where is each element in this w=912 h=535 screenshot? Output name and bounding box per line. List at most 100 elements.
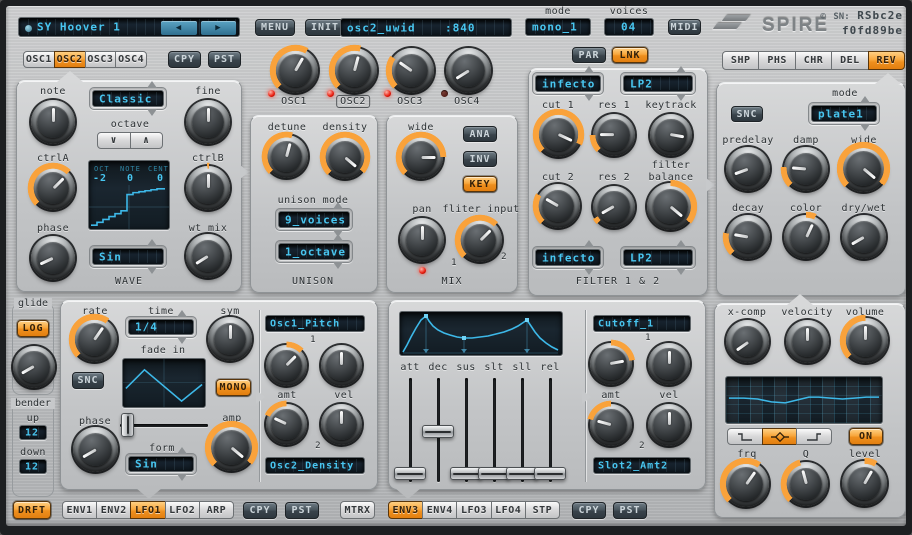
tab-osc3[interactable]: OSC3 — [85, 51, 117, 68]
mtx2-target2-display[interactable]: Slot2_Amt2 — [593, 457, 691, 474]
init-button[interactable]: INIT — [305, 19, 345, 36]
dropdown-down-icon[interactable] — [177, 474, 187, 481]
osc3-level-knob[interactable] — [389, 48, 434, 93]
dropdown-up-icon[interactable] — [676, 66, 686, 73]
slider-handle[interactable] — [121, 413, 134, 437]
tab-rev[interactable]: REV — [868, 51, 905, 70]
dropdown-up-icon[interactable] — [584, 240, 594, 247]
lfo-time-dropdown[interactable]: 1/4 — [125, 316, 197, 338]
dropdown-up-icon[interactable] — [584, 66, 594, 73]
dropdown-down-icon[interactable] — [147, 109, 157, 116]
q-knob[interactable] — [784, 462, 828, 506]
tab-osc2[interactable]: OSC2 — [54, 51, 86, 68]
ctrlb-knob[interactable] — [186, 166, 230, 210]
damp-knob[interactable] — [784, 147, 828, 191]
octave-down-button[interactable]: ∨ — [97, 132, 131, 149]
dropdown-down-icon[interactable] — [177, 337, 187, 344]
tab-lfo4[interactable]: LFO4 — [491, 501, 526, 519]
midi-button[interactable]: MIDI — [668, 19, 701, 35]
tab-env3[interactable]: ENV3 — [388, 501, 423, 519]
wave-select-dropdown[interactable]: Classic — [89, 87, 167, 110]
mix-wide-knob[interactable] — [399, 135, 443, 179]
par-button[interactable]: PAR — [572, 47, 606, 63]
tab-lfo2[interactable]: LFO2 — [165, 501, 200, 519]
dropdown-down-icon[interactable] — [584, 94, 594, 101]
xcomp-knob[interactable] — [726, 320, 769, 363]
mtx1-target2-display[interactable]: Osc2_Density — [265, 457, 365, 474]
dropdown-up-icon[interactable] — [177, 310, 187, 317]
tab-osc1[interactable]: OSC1 — [23, 51, 55, 68]
reverb-mode-dropdown[interactable]: plate1 — [808, 102, 880, 125]
tab-mtrx[interactable]: MTRX — [340, 501, 375, 519]
reverb-wide-knob[interactable] — [840, 145, 887, 192]
sub-wave-dropdown[interactable]: Sin — [89, 245, 167, 268]
res2-knob[interactable] — [593, 186, 635, 228]
tab-env1[interactable]: ENV1 — [62, 501, 97, 519]
dropdown-up-icon[interactable] — [147, 239, 157, 246]
mtx1-amt1-knob[interactable] — [266, 345, 307, 386]
tab-osc4[interactable]: OSC4 — [115, 51, 147, 68]
mtx1-target1-display[interactable]: Osc1_Pitch — [265, 315, 365, 332]
mtx2-amt1-knob[interactable] — [590, 343, 632, 385]
preset-next-button[interactable]: ▶ — [201, 21, 236, 35]
pan-knob[interactable] — [400, 218, 444, 262]
tab-shp[interactable]: SHP — [722, 51, 759, 70]
mod-right-paste-button[interactable]: PST — [613, 502, 647, 519]
mod-right-copy-button[interactable]: CPY — [572, 502, 606, 519]
unison-voices-dropdown[interactable]: 9_voices — [275, 208, 353, 231]
filter1-type-dropdown[interactable]: infecto — [532, 72, 604, 95]
glide-knob[interactable] — [13, 346, 55, 388]
velocity-knob[interactable] — [786, 320, 829, 363]
keytrack-knob[interactable] — [650, 114, 692, 156]
eq-lowshelf-button[interactable] — [727, 428, 763, 445]
osc2-level-knob[interactable] — [332, 48, 377, 93]
osc4-level-knob[interactable] — [446, 48, 491, 93]
mtx1-vel2-knob[interactable] — [321, 404, 362, 445]
tab-arp[interactable]: ARP — [199, 501, 234, 519]
eq-peak-button[interactable] — [762, 428, 798, 445]
dropdown-up-icon[interactable] — [333, 234, 343, 241]
tab-env2[interactable]: ENV2 — [96, 501, 131, 519]
dropdown-up-icon[interactable] — [860, 96, 870, 103]
mtx2-vel2-knob[interactable] — [648, 404, 690, 446]
mtx2-target1-display[interactable]: Cutoff_1 — [593, 315, 691, 332]
mtx1-vel1-knob[interactable] — [321, 345, 362, 386]
lfo-form-dropdown[interactable]: Sin — [125, 453, 197, 475]
preset-display[interactable]: SY Hoover 1 ◀ ▶ — [18, 17, 240, 37]
mono-button[interactable]: MONO — [216, 379, 251, 396]
ana-button[interactable]: ANA — [463, 126, 497, 142]
dropdown-down-icon[interactable] — [584, 268, 594, 275]
dropdown-down-icon[interactable] — [676, 268, 686, 275]
color-knob[interactable] — [784, 215, 828, 259]
ctrla-knob[interactable] — [31, 166, 75, 210]
bender-up-display[interactable]: 12 — [19, 425, 47, 440]
predelay-knob[interactable] — [726, 147, 770, 191]
level-knob[interactable] — [842, 461, 887, 506]
tab-phs[interactable]: PHS — [758, 51, 795, 70]
tab-del[interactable]: DEL — [831, 51, 868, 70]
slider-handle[interactable] — [534, 467, 566, 480]
reverb-sync-button[interactable]: SNC — [731, 106, 763, 122]
dropdown-up-icon[interactable] — [333, 202, 343, 209]
lfo-sync-button[interactable]: SNC — [72, 372, 104, 389]
dropdown-up-icon[interactable] — [676, 240, 686, 247]
lfo-phase-slider[interactable] — [118, 412, 210, 438]
preset-prev-button[interactable]: ◀ — [161, 21, 197, 35]
filter2-shape-dropdown[interactable]: LP2 — [620, 246, 696, 269]
octave-up-button[interactable]: ∧ — [130, 132, 164, 149]
cut1-knob[interactable] — [536, 112, 581, 157]
env-rel-slider[interactable] — [533, 376, 567, 484]
mtx2-vel1-knob[interactable] — [648, 343, 690, 385]
tab-lfo3[interactable]: LFO3 — [456, 501, 491, 519]
mtx1-amt2-knob[interactable] — [266, 404, 307, 445]
lfo-amp-knob[interactable] — [208, 424, 255, 471]
drift-button[interactable]: DRFT — [13, 501, 51, 519]
glide-log-button[interactable]: LOG — [17, 320, 49, 337]
cut2-knob[interactable] — [536, 184, 580, 228]
fine-knob[interactable] — [186, 100, 230, 144]
inv-button[interactable]: INV — [463, 151, 497, 167]
osc-phase-knob[interactable] — [31, 236, 75, 280]
drywet-knob[interactable] — [842, 215, 886, 259]
tab-env4[interactable]: ENV4 — [422, 501, 457, 519]
dropdown-down-icon[interactable] — [147, 267, 157, 274]
